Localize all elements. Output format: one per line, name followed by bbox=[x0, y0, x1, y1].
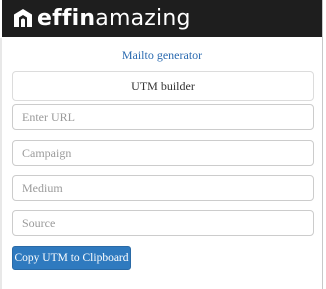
brand-wordmark: effinamazing bbox=[37, 5, 191, 31]
effinamazing-logo-icon bbox=[14, 8, 32, 27]
extension-popup: effinamazing Mailto generator UTM builde… bbox=[2, 0, 323, 289]
campaign-input[interactable] bbox=[12, 140, 314, 166]
mailto-generator-link[interactable]: Mailto generator bbox=[2, 48, 322, 64]
source-input[interactable] bbox=[12, 210, 314, 236]
url-input[interactable] bbox=[12, 104, 314, 130]
utm-builder-heading: UTM builder bbox=[12, 71, 314, 101]
copy-utm-button[interactable]: Copy UTM to Clipboard bbox=[12, 246, 131, 270]
medium-input[interactable] bbox=[12, 175, 314, 201]
popup-header: effinamazing bbox=[2, 0, 322, 37]
brand-bold: effin bbox=[37, 5, 96, 31]
brand-light: amazing bbox=[95, 5, 191, 31]
